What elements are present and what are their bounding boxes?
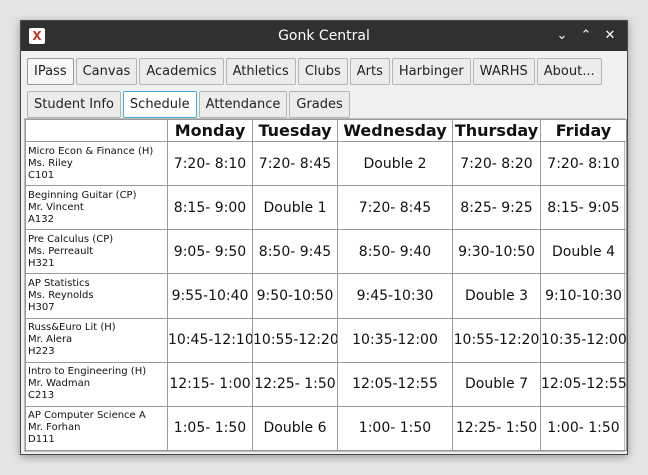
time-cell[interactable]: 12:15- 1:00 — [167, 361, 253, 407]
tab-student-info[interactable]: Student Info — [27, 91, 121, 118]
room-number: H223 — [28, 346, 55, 358]
room-number: H321 — [28, 257, 55, 269]
time-cell[interactable]: 8:50- 9:45 — [252, 229, 338, 275]
table-row[interactable]: AP Statistics Ms. Reynolds H307 9:55-10:40 9… — [25, 273, 627, 319]
time-cell[interactable]: 7:20- 8:20 — [452, 140, 541, 187]
sub-tab-bar: Student Info Schedule Attendance Grades — [27, 91, 350, 118]
time-cell[interactable]: 9:30-10:50 — [452, 229, 541, 275]
teacher-name: Mr. Forhan — [28, 422, 81, 434]
course-name: Russ&Euro Lit (H) — [28, 322, 116, 334]
room-number: A132 — [28, 213, 54, 225]
teacher-name: Ms. Riley — [28, 157, 73, 169]
room-number: C101 — [28, 169, 55, 181]
course-name: AP Statistics — [28, 277, 90, 289]
course-cell[interactable]: AP Computer Science A Mr. Forhan D111 — [25, 405, 168, 452]
tab-academics[interactable]: Academics — [139, 58, 224, 85]
course-cell[interactable]: AP Statistics Ms. Reynolds H307 — [25, 273, 168, 319]
tab-about[interactable]: About... — [536, 58, 602, 85]
time-cell[interactable]: Double 7 — [452, 361, 541, 407]
time-cell[interactable]: Double 2 — [337, 140, 453, 187]
teacher-name: Ms. Reynolds — [28, 289, 94, 301]
time-cell[interactable]: Double 3 — [452, 273, 541, 319]
app-window: X Gonk Central ⌄ ⌃ ✕ IPass Canvas Academ… — [20, 20, 628, 455]
table-row[interactable]: Micro Econ & Finance (H) Ms. Riley C101 7:2… — [25, 140, 627, 187]
time-cell[interactable]: Double 6 — [252, 405, 338, 452]
tab-harbinger[interactable]: Harbinger — [391, 58, 471, 85]
schedule-table: Monday Tuesday Wednesday Thursday Friday… — [24, 118, 627, 452]
time-cell[interactable]: 8:15- 9:05 — [540, 185, 627, 231]
time-cell[interactable]: 7:20- 8:10 — [167, 140, 253, 187]
course-name: Pre Calculus (CP) — [28, 233, 114, 245]
time-cell[interactable]: 8:25- 9:25 — [452, 185, 541, 231]
course-cell[interactable]: Russ&Euro Lit (H) Mr. Alera H223 — [25, 317, 168, 363]
table-row[interactable]: Beginning Guitar (CP) Mr. Vincent A132 8:15… — [25, 185, 627, 231]
time-cell[interactable]: 9:10-10:30 — [540, 273, 627, 319]
room-number: C213 — [28, 390, 55, 402]
time-cell[interactable]: 10:45-12:10 — [167, 317, 253, 363]
teacher-name: Mr. Alera — [28, 334, 73, 346]
table-row[interactable]: Russ&Euro Lit (H) Mr. Alera H223 10:45-12:1… — [25, 317, 627, 363]
time-cell[interactable]: 1:00- 1:50 — [337, 405, 453, 452]
time-cell[interactable]: 9:50-10:50 — [252, 273, 338, 319]
room-number: H307 — [28, 301, 55, 313]
time-cell[interactable]: 7:20- 8:45 — [337, 185, 453, 231]
time-cell[interactable]: Double 4 — [540, 229, 627, 275]
tab-schedule[interactable]: Schedule — [122, 91, 197, 118]
tab-warhs[interactable]: WARHS — [472, 58, 535, 85]
time-cell[interactable]: 10:55-12:20 — [452, 317, 541, 363]
time-cell[interactable]: 12:25- 1:50 — [452, 405, 541, 452]
course-name: Beginning Guitar (CP) — [28, 189, 137, 201]
column-header-wednesday: Wednesday — [337, 119, 453, 142]
time-cell[interactable]: 9:05- 9:50 — [167, 229, 253, 275]
tab-athletics[interactable]: Athletics — [225, 58, 296, 85]
time-cell[interactable]: 1:00- 1:50 — [540, 405, 627, 452]
course-cell[interactable]: Beginning Guitar (CP) Mr. Vincent A132 — [25, 185, 168, 231]
time-cell[interactable]: 1:05- 1:50 — [167, 405, 253, 452]
time-cell[interactable]: 10:35-12:00 — [337, 317, 453, 363]
time-cell[interactable]: 12:05-12:55 — [540, 361, 627, 407]
minimize-icon[interactable]: ⌄ — [552, 26, 572, 46]
teacher-name: Ms. Perreault — [28, 245, 94, 257]
maximize-icon[interactable]: ⌃ — [576, 26, 596, 46]
column-header-tuesday: Tuesday — [252, 119, 338, 142]
tab-canvas[interactable]: Canvas — [75, 58, 138, 85]
tab-attendance[interactable]: Attendance — [198, 91, 288, 118]
tab-grades[interactable]: Grades — [289, 91, 350, 118]
course-column-header — [25, 119, 168, 142]
room-number: D111 — [28, 434, 55, 446]
time-cell[interactable]: 9:55-10:40 — [167, 273, 253, 319]
time-cell[interactable]: 12:25- 1:50 — [252, 361, 338, 407]
tab-ipass[interactable]: IPass — [27, 58, 74, 85]
time-cell[interactable]: 7:20- 8:10 — [540, 140, 627, 187]
time-cell[interactable]: 7:20- 8:45 — [252, 140, 338, 187]
table-row[interactable]: Pre Calculus (CP) Ms. Perreault H321 9:05- … — [25, 229, 627, 275]
course-cell[interactable]: Intro to Engineering (H) Mr. Wadman C213 — [25, 361, 168, 407]
close-icon[interactable]: ✕ — [600, 26, 620, 46]
teacher-name: Mr. Wadman — [28, 378, 91, 390]
time-cell[interactable]: 12:05-12:55 — [337, 361, 453, 407]
time-cell[interactable]: 9:45-10:30 — [337, 273, 453, 319]
tab-clubs[interactable]: Clubs — [297, 58, 348, 85]
column-header-friday: Friday — [540, 119, 627, 142]
table-header-row: Monday Tuesday Wednesday Thursday Friday — [25, 119, 627, 142]
course-name: Micro Econ & Finance (H) — [28, 145, 154, 157]
course-cell[interactable]: Pre Calculus (CP) Ms. Perreault H321 — [25, 229, 168, 275]
time-cell[interactable]: 8:50- 9:40 — [337, 229, 453, 275]
main-tab-bar: IPass Canvas Academics Athletics Clubs A… — [27, 58, 602, 85]
course-cell[interactable]: Micro Econ & Finance (H) Ms. Riley C101 — [25, 140, 168, 187]
column-header-monday: Monday — [167, 119, 253, 142]
table-row[interactable]: AP Computer Science A Mr. Forhan D111 1:05-… — [25, 405, 627, 452]
title-bar[interactable]: X Gonk Central ⌄ ⌃ ✕ — [21, 21, 627, 51]
table-row[interactable]: Intro to Engineering (H) Mr. Wadman C213 12… — [25, 361, 627, 407]
column-header-thursday: Thursday — [452, 119, 541, 142]
tab-arts[interactable]: Arts — [349, 58, 390, 85]
time-cell[interactable]: Double 1 — [252, 185, 338, 231]
window-title: Gonk Central — [278, 28, 370, 44]
teacher-name: Mr. Vincent — [28, 201, 84, 213]
time-cell[interactable]: 10:55-12:20 — [252, 317, 338, 363]
time-cell[interactable]: 8:15- 9:00 — [167, 185, 253, 231]
course-name: AP Computer Science A — [28, 410, 146, 422]
time-cell[interactable]: 10:35-12:00 — [540, 317, 627, 363]
course-name: Intro to Engineering (H) — [28, 366, 147, 378]
